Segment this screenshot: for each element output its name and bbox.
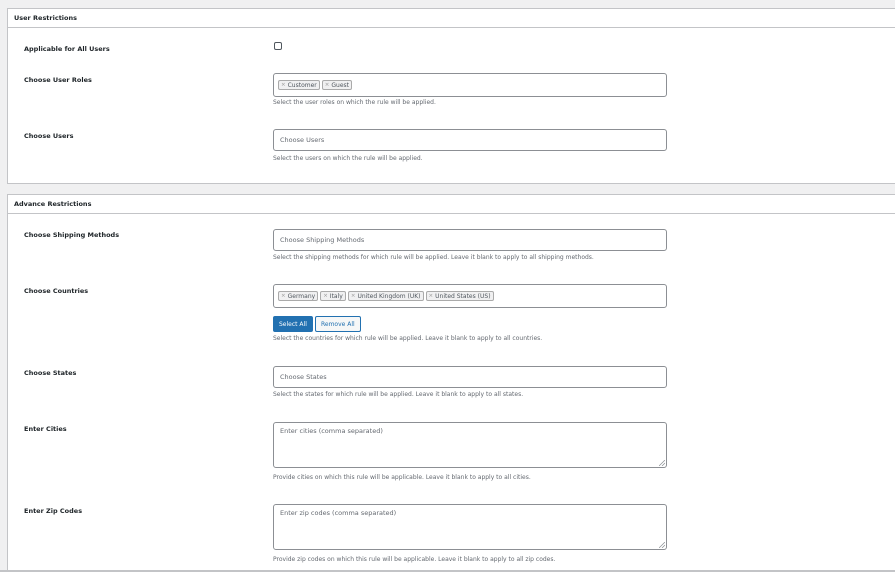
shipping-methods-select[interactable]: Choose Shipping Methods (273, 229, 667, 251)
shipping-methods-label: Choose Shipping Methods (24, 231, 120, 239)
tag-label: Germany (287, 292, 316, 300)
selected-tag: × United States (US) (425, 291, 494, 301)
users-select[interactable]: Choose Users (273, 129, 667, 151)
selected-tag: × Italy (320, 291, 346, 301)
shipping-methods-placeholder: Choose Shipping Methods (280, 236, 365, 244)
selected-tag: × Germany (278, 291, 319, 301)
selected-tag: × United Kingdom (UK) (347, 291, 424, 301)
zip-codes-help: Provide zip codes on which this rule wil… (273, 556, 556, 563)
cities-placeholder: Enter cities (comma separated) (280, 427, 383, 435)
cities-textarea[interactable]: Enter cities (comma separated) (273, 422, 667, 468)
tag-label: United States (US) (435, 292, 491, 300)
states-select[interactable]: Choose States (273, 366, 667, 388)
select-all-button[interactable]: Select All (273, 316, 313, 332)
states-label: Choose States (24, 369, 77, 377)
remove-tag-icon[interactable]: × (429, 293, 434, 299)
users-help: Select the users on which the rule will … (273, 155, 423, 162)
users-label: Choose Users (24, 132, 74, 140)
advance-restrictions-title: Advance Restrictions (8, 195, 895, 214)
resize-handle-icon[interactable] (659, 460, 665, 466)
user-restrictions-title: User Restrictions (8, 9, 895, 28)
shipping-methods-help: Select the shipping methods for which ru… (273, 254, 594, 261)
countries-select[interactable]: × Germany × Italy × United Kingdom (UK) × Unite… (273, 284, 667, 308)
zip-codes-textarea[interactable]: Enter zip codes (comma separated) (273, 504, 667, 550)
states-help: Select the states for which rule will be… (273, 391, 524, 398)
tag-label: Guest (331, 81, 349, 89)
user-restrictions-panel: User Restrictions Applicable for All Use… (7, 8, 895, 184)
users-placeholder: Choose Users (280, 136, 325, 144)
tag-label: Customer (287, 81, 317, 89)
remove-tag-icon[interactable]: × (281, 293, 286, 299)
remove-tag-icon[interactable]: × (351, 293, 356, 299)
states-placeholder: Choose States (280, 373, 327, 381)
remove-all-button[interactable]: Remove All (315, 316, 361, 332)
selected-tag: × Guest (321, 80, 352, 90)
countries-tags: × Germany × Italy × United Kingdom (UK) × Unite… (274, 285, 666, 307)
remove-tag-icon[interactable]: × (325, 82, 330, 88)
zip-codes-label: Enter Zip Codes (24, 507, 83, 515)
tag-label: Italy (329, 292, 343, 300)
cities-label: Enter Cities (24, 425, 67, 433)
all-users-checkbox[interactable] (274, 42, 282, 50)
user-roles-help: Select the user roles on which the rule … (273, 99, 436, 106)
selected-tag: × Customer (278, 80, 320, 90)
user-roles-tags: × Customer × Guest (274, 74, 666, 96)
countries-label: Choose Countries (24, 287, 89, 295)
resize-handle-icon[interactable] (659, 542, 665, 548)
cities-help: Provide cities on which this rule will b… (273, 474, 531, 481)
zip-codes-placeholder: Enter zip codes (comma separated) (280, 509, 397, 517)
tag-label: United Kingdom (UK) (357, 292, 421, 300)
all-users-label: Applicable for All Users (24, 45, 110, 53)
countries-help: Select the countries for which rule will… (273, 335, 543, 342)
user-roles-label: Choose User Roles (24, 76, 92, 84)
advance-restrictions-panel: Advance Restrictions Choose Shipping Met… (7, 194, 895, 572)
user-roles-select[interactable]: × Customer × Guest (273, 73, 667, 97)
remove-tag-icon[interactable]: × (323, 293, 328, 299)
remove-tag-icon[interactable]: × (281, 82, 286, 88)
